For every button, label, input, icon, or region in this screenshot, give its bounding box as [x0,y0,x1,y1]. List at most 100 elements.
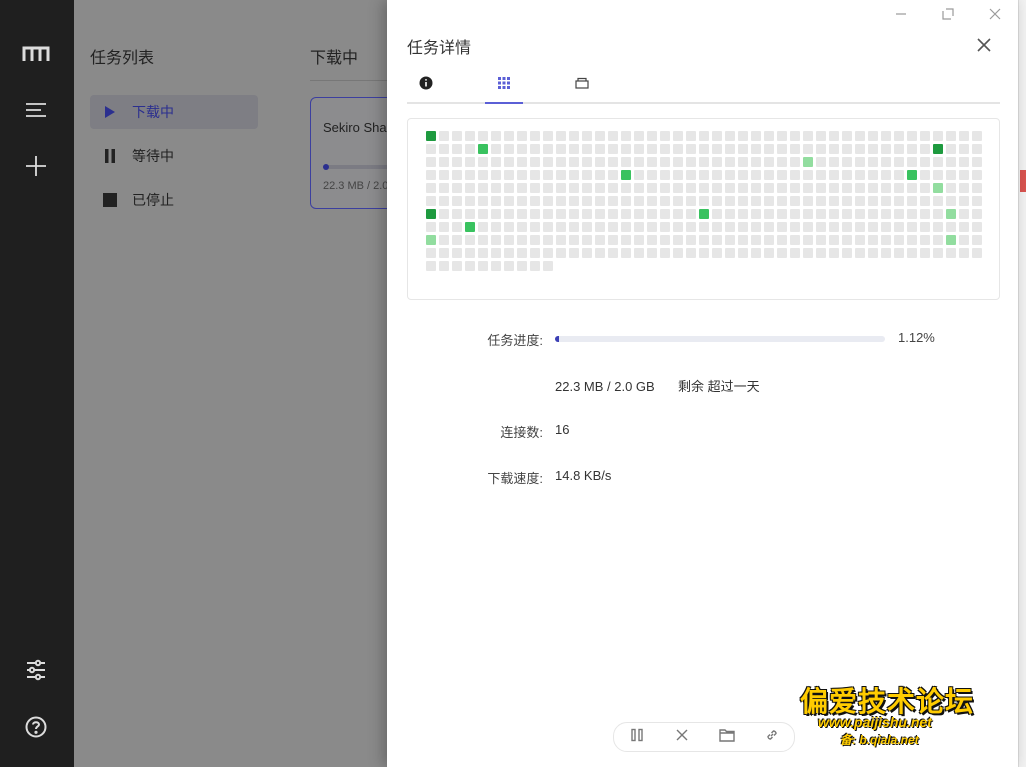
piece-cell [647,170,657,180]
piece-cell [790,235,800,245]
piece-cell [569,196,579,206]
piece-cell [452,196,462,206]
piece-cell [543,248,553,258]
tab-pieces[interactable] [485,68,523,104]
piece-cell [725,196,735,206]
piece-cell [504,209,514,219]
remaining-text: 剩余 超过一天 [677,379,760,394]
nav-item-downloading[interactable]: 下载中 [90,95,258,129]
menu-icon[interactable] [22,96,50,124]
piece-cell [777,131,787,141]
delete-button[interactable] [672,727,692,747]
nav-item-waiting[interactable]: 等待中 [90,139,258,173]
piece-cell [439,157,449,167]
piece-cell [504,248,514,258]
piece-cell [621,170,631,180]
piece-cell [504,235,514,245]
piece-cell [738,170,748,180]
detail-tabs [407,68,1000,104]
piece-cell [634,144,644,154]
piece-cell [842,131,852,141]
piece-cell [933,131,943,141]
piece-cell [751,222,761,232]
piece-cell [634,248,644,258]
piece-cell [751,131,761,141]
nav-item-stopped[interactable]: 已停止 [90,183,258,217]
piece-cell [777,144,787,154]
piece-cell [504,144,514,154]
piece-cell [595,222,605,232]
piece-cell [647,222,657,232]
pause-button[interactable] [627,727,647,747]
piece-cell [764,131,774,141]
piece-cell [738,157,748,167]
piece-cell [816,183,826,193]
piece-cell [829,144,839,154]
help-icon[interactable] [22,713,50,741]
piece-cell [673,196,683,206]
sidebar-nav [0,0,74,767]
piece-cell [946,248,956,258]
piece-cell [868,183,878,193]
logo-icon[interactable] [22,40,50,68]
pieces-grid [426,131,982,271]
piece-cell [868,131,878,141]
piece-cell [517,209,527,219]
minimize-icon[interactable] [889,4,913,24]
watermark-url: www.paijishu.net [818,714,932,730]
piece-cell [530,248,540,258]
task-list-title: 任务列表 [90,50,155,67]
piece-cell [946,144,956,154]
piece-cell [660,235,670,245]
piece-cell [543,183,553,193]
piece-cell [686,131,696,141]
piece-cell [764,222,774,232]
piece-cell [478,261,488,271]
piece-cell [972,170,982,180]
piece-cell [881,196,891,206]
piece-cell [660,157,670,167]
maximize-icon[interactable] [936,4,960,24]
piece-cell [439,248,449,258]
piece-cell [959,144,969,154]
window-close-icon[interactable] [983,4,1007,24]
piece-cell [556,222,566,232]
piece-cell [842,248,852,258]
piece-cell [764,144,774,154]
piece-cell [439,235,449,245]
piece-cell [478,170,488,180]
add-icon[interactable] [22,152,50,180]
piece-cell [790,170,800,180]
piece-cell [855,196,865,206]
piece-cell [452,261,462,271]
piece-cell [881,209,891,219]
piece-cell [946,196,956,206]
piece-cell [452,131,462,141]
piece-cell [751,157,761,167]
tab-trackers[interactable] [563,68,601,102]
piece-cell [504,261,514,271]
drawer-close-button[interactable] [973,34,995,56]
drawer-title: 任务详情 [407,40,472,57]
piece-cell [556,209,566,219]
piece-cell [465,248,475,258]
piece-cell [855,131,865,141]
piece-cell [920,170,930,180]
copy-link-button[interactable] [762,727,782,747]
settings-icon[interactable] [22,656,50,684]
piece-cell [491,144,501,154]
piece-cell [608,235,618,245]
piece-cell [608,222,618,232]
piece-cell [504,196,514,206]
piece-cell [517,196,527,206]
piece-cell [816,196,826,206]
size-row: 22.3 MB / 2.0 GB 剩余 超过一天 [407,376,1000,398]
tab-info[interactable] [407,68,445,102]
piece-cell [881,222,891,232]
piece-cell [829,131,839,141]
edge-marker [1020,170,1026,192]
piece-cell [829,183,839,193]
open-folder-button[interactable] [717,727,737,747]
piece-cell [686,222,696,232]
piece-cell [426,222,436,232]
